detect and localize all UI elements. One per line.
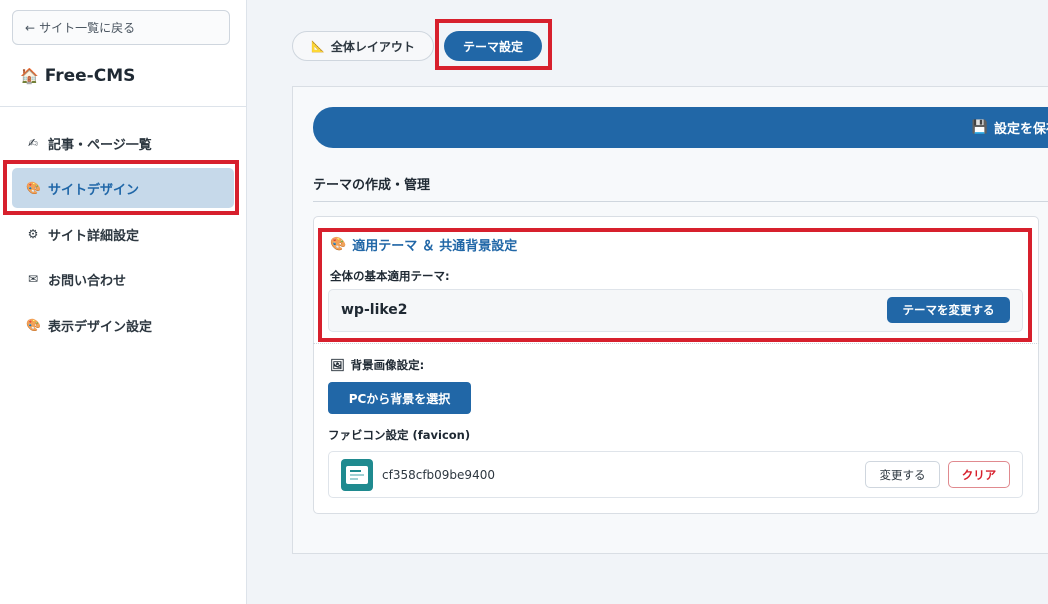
sidebar-item-label: 表示デザイン設定 [48,319,153,335]
triangle-ruler-icon: 📐 [311,39,325,53]
save-label: 設定を保存 [993,122,1048,137]
palette-icon: 🎨 [26,181,41,195]
sidebar-item-articles[interactable]: ✍ 記事・ページ一覧 [12,123,234,163]
palette-icon: 🎨 [26,318,41,332]
section-title: テーマの作成・管理 [313,178,431,193]
favicon-field-label: ファビコン設定 (favicon) [328,428,471,442]
sidebar-item-label: お問い合わせ [48,273,127,289]
back-to-sites-button[interactable]: ← サイト一覧に戻る [12,10,230,45]
tab-layout[interactable]: 📐 全体レイアウト [292,31,434,61]
change-theme-button[interactable]: テーマを変更する [887,297,1010,323]
favicon-change-button[interactable]: 変更する [865,461,940,488]
arrow-left-icon: ← [25,20,36,35]
sidebar-item-site-settings[interactable]: ⚙ サイト詳細設定 [12,214,234,254]
gear-icon: ⚙ [27,227,39,241]
back-to-sites-label: サイト一覧に戻る [39,21,136,35]
writing-hand-icon: ✍ [27,136,39,150]
sidebar-item-display-design[interactable]: 🎨 表示デザイン設定 [12,305,234,345]
house-icon: 🏠 [20,67,39,85]
sidebar-divider [0,106,246,107]
sidebar-item-site-design[interactable]: 🎨 サイトデザイン [12,168,234,208]
card-heading: 🎨 適用テーマ ＆ 共通背景設定 [330,235,517,254]
sidebar-item-contact[interactable]: ✉ お問い合わせ [12,259,234,299]
background-field-label: 🖼 背景画像設定: [330,357,424,373]
section-divider [313,201,1048,202]
sidebar-item-label: 記事・ページ一覧 [48,137,152,153]
sidebar-item-label: サイト詳細設定 [48,228,140,244]
brand-name: Free-CMS [44,66,136,86]
palette-icon: 🎨 [330,237,347,252]
favicon-thumbnail [341,459,373,491]
envelope-icon: ✉ [27,272,39,286]
background-label-text: 背景画像設定: [350,358,425,372]
card-title: 適用テーマ ＆ 共通背景設定 [352,239,518,254]
save-bar: 💾 設定を保存 [313,107,1048,148]
favicon-filename: cf358cfb09be9400 [382,468,495,482]
picture-icon: 🖼 [330,358,345,372]
tab-theme-label: テーマ設定 [462,39,523,54]
tab-layout-label: 全体レイアウト [330,39,415,54]
sidebar: ← サイト一覧に戻る 🏠 Free-CMS ✍ 記事・ページ一覧 🎨 サイトデザ… [0,0,247,604]
favicon-clear-button[interactable]: クリア [948,461,1010,488]
select-background-button[interactable]: PCから背景を選択 [328,382,471,414]
sidebar-item-label: サイトデザイン [48,182,140,198]
floppy-disk-icon: 💾 [971,120,988,135]
save-button[interactable]: 💾 設定を保存 [972,107,1048,148]
tab-theme-settings[interactable]: テーマ設定 [444,31,542,61]
current-theme-name: wp-like2 [341,302,408,318]
brand: 🏠 Free-CMS [20,66,135,86]
theme-field-label: 全体の基本適用テーマ: [330,269,450,283]
dotted-divider [313,343,1039,344]
